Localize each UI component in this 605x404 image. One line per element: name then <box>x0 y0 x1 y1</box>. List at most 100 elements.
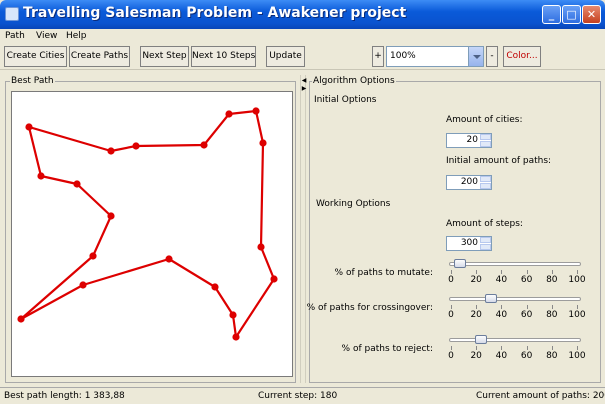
slider-tick-label: 60 <box>520 351 533 361</box>
best-path-canvas <box>11 91 293 377</box>
create-cities-button[interactable]: Create Cities <box>4 46 67 67</box>
slider-tick <box>526 270 528 274</box>
zoom-out-button[interactable]: - <box>486 46 498 67</box>
slider-label: % of paths to mutate: <box>334 268 433 278</box>
slider-tick-label: 100 <box>568 351 586 361</box>
slider-tick <box>476 270 478 274</box>
initial-paths-spinner[interactable]: 200 <box>446 175 492 190</box>
city-point <box>79 281 87 289</box>
window-title: Travelling Salesman Problem - Awakener p… <box>23 5 407 21</box>
city-point <box>211 283 219 291</box>
slider-tick-label: 40 <box>495 275 508 285</box>
slider-thumb[interactable] <box>484 294 497 303</box>
spinner-down-icon[interactable] <box>480 183 491 189</box>
next-step-button[interactable]: Next Step <box>140 46 189 67</box>
slider-tick <box>551 305 553 309</box>
slider-tick <box>451 305 452 309</box>
city-point <box>229 311 237 319</box>
spinner-down-icon[interactable] <box>480 141 491 147</box>
create-paths-button[interactable]: Create Paths <box>69 46 130 67</box>
title-bar: Travelling Salesman Problem - Awakener p… <box>0 0 605 29</box>
slider-tick <box>501 270 503 274</box>
slider-tick-label: 100 <box>568 275 586 285</box>
city-point <box>107 147 115 155</box>
maximize-icon: □ <box>566 8 577 21</box>
menu-help[interactable]: Help <box>66 29 87 43</box>
zoom-combo[interactable]: 100% <box>386 46 484 67</box>
slider-tick <box>526 305 528 309</box>
slider-tick <box>577 270 578 274</box>
slider-tick <box>476 346 478 350</box>
menu-bar: Path View Help <box>0 29 605 43</box>
slider-tick-label: 80 <box>546 275 558 285</box>
menu-view[interactable]: View <box>36 29 57 43</box>
city-point <box>259 139 267 147</box>
city-point <box>165 255 173 263</box>
color-button[interactable]: Color... <box>503 46 541 67</box>
slider-tick-label: 0 <box>448 275 454 285</box>
spinner-up-icon[interactable] <box>480 134 491 140</box>
slider-thumb[interactable] <box>474 335 487 344</box>
working-options-heading: Working Options <box>316 199 391 209</box>
slider-tick <box>476 305 478 309</box>
slider-tick <box>451 346 452 350</box>
slider-tick-label: 0 <box>448 310 454 320</box>
city-point <box>270 275 278 283</box>
city-point <box>232 333 240 341</box>
algorithm-options-title: Algorithm Options <box>312 76 396 86</box>
chevron-down-icon[interactable] <box>468 47 483 66</box>
city-point <box>37 172 45 180</box>
minimize-button[interactable]: _ <box>542 5 561 24</box>
city-point <box>25 123 33 131</box>
slider-tick-label: 40 <box>495 310 508 320</box>
slider-track[interactable] <box>449 262 581 266</box>
initial-paths-label: Initial amount of paths: <box>446 156 552 166</box>
close-icon: ✕ <box>586 8 597 21</box>
collapse-left-icon[interactable]: ◀ <box>301 77 307 84</box>
city-point <box>17 315 25 323</box>
app-icon <box>5 7 19 21</box>
zoom-in-button[interactable]: + <box>372 46 384 67</box>
current-step-status: Current step: 180 <box>258 391 338 401</box>
amount-of-cities-value: 20 <box>466 135 478 145</box>
update-button[interactable]: Update <box>266 46 305 67</box>
slider-tick <box>551 270 553 274</box>
slider-tick-label: 0 <box>448 351 454 361</box>
slider-tick <box>577 305 578 309</box>
spinner-up-icon[interactable] <box>480 237 491 243</box>
spinner-down-icon[interactable] <box>480 244 491 250</box>
amount-of-cities-label: Amount of cities: <box>446 115 523 125</box>
amount-of-steps-spinner[interactable]: 300 <box>446 236 492 251</box>
spinner-up-icon[interactable] <box>480 176 491 182</box>
collapse-right-icon[interactable]: ▶ <box>301 85 307 92</box>
slider-tick <box>526 346 528 350</box>
zoom-value: 100% <box>390 51 416 61</box>
close-button[interactable]: ✕ <box>582 5 601 24</box>
slider-tick-label: 80 <box>546 351 558 361</box>
maximize-button[interactable]: □ <box>562 5 581 24</box>
best-path-title: Best Path <box>10 76 55 86</box>
amount-of-steps-value: 300 <box>460 238 478 248</box>
slider-track[interactable] <box>449 297 581 301</box>
status-bar: Best path length: 1 383,88 Current step:… <box>0 387 605 404</box>
current-paths-status: Current amount of paths: 200 <box>476 391 605 401</box>
city-point <box>89 252 97 260</box>
amount-of-cities-spinner[interactable]: 20 <box>446 133 492 148</box>
city-point <box>200 141 208 149</box>
slider-track[interactable] <box>449 338 581 342</box>
city-point <box>73 180 81 188</box>
split-pane-divider[interactable]: ◀ ▶ <box>300 75 306 383</box>
next-10-steps-button[interactable]: Next 10 Steps <box>191 46 256 67</box>
slider-tick <box>551 346 553 350</box>
slider-thumb[interactable] <box>454 259 467 268</box>
slider-tick-label: 100 <box>568 310 586 320</box>
initial-options-heading: Initial Options <box>314 95 377 105</box>
minimize-icon: _ <box>548 8 555 21</box>
slider-tick-label: 20 <box>470 351 482 361</box>
amount-of-steps-label: Amount of steps: <box>446 219 523 229</box>
menu-path[interactable]: Path <box>5 29 25 43</box>
slider-label: % of paths for crossingover: <box>306 303 433 313</box>
best-path-length-status: Best path length: 1 383,88 <box>4 391 125 401</box>
slider-label: % of paths to reject: <box>341 344 433 354</box>
slider-tick-label: 60 <box>520 310 533 320</box>
